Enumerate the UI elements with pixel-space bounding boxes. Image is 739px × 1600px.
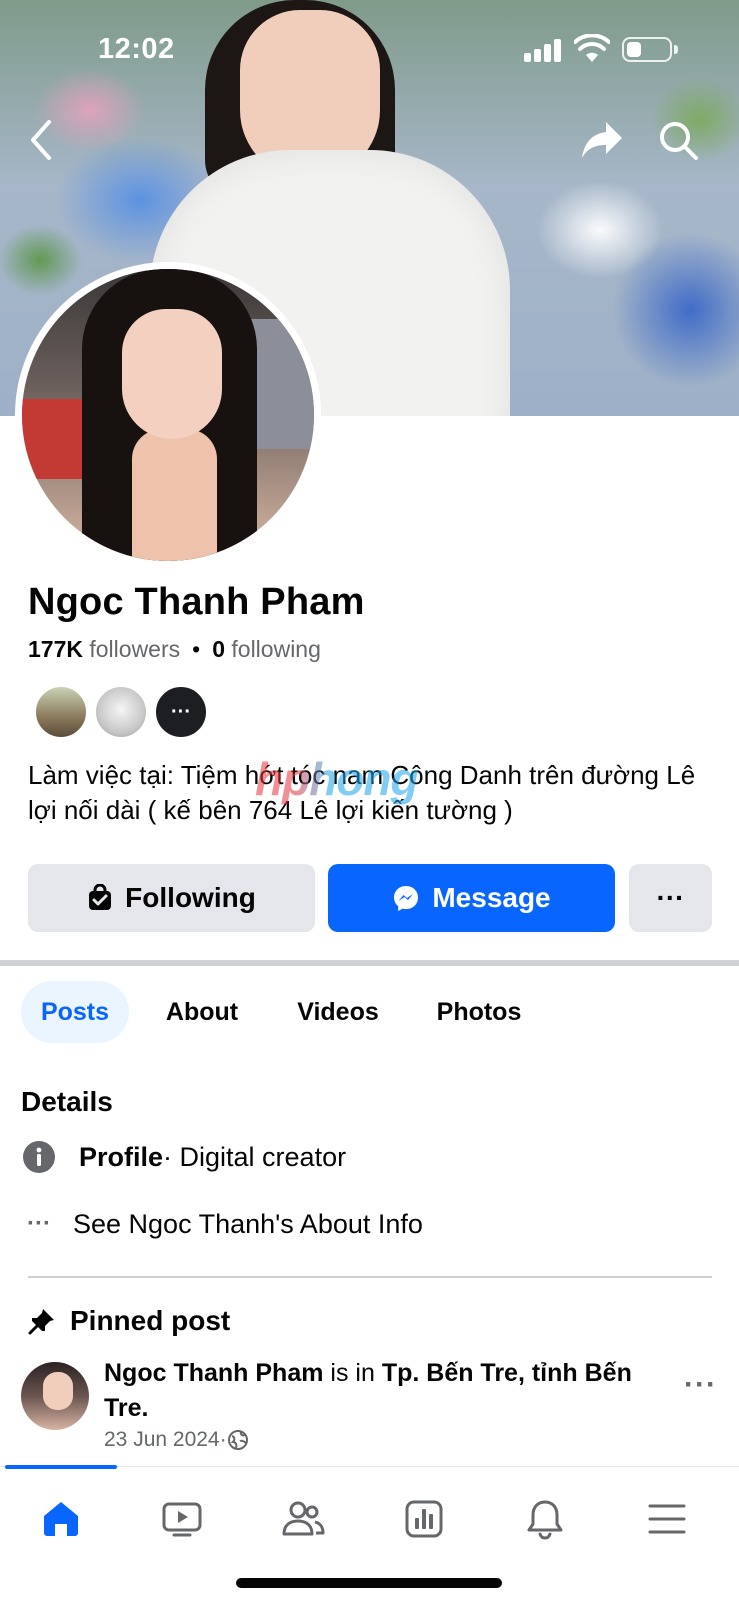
more-options-button[interactable]: ··· [629, 864, 712, 932]
profile-name: Ngoc Thanh Pham [28, 581, 365, 623]
mutual-avatar-1[interactable] [34, 685, 88, 739]
active-tab-indicator [5, 1465, 117, 1469]
pin-icon [28, 1307, 56, 1335]
detail-profile-label: Profile [79, 1141, 164, 1172]
followers-count[interactable]: 177K [28, 636, 83, 662]
cellular-signal-icon [524, 38, 564, 62]
messenger-icon [392, 884, 420, 912]
following-count[interactable]: 0 [212, 636, 225, 662]
post-header-text: Ngoc Thanh Pham is in Tp. Bến Tre, tỉnh … [104, 1356, 664, 1426]
mutual-more-button[interactable]: ··· [154, 685, 208, 739]
message-label: Message [432, 882, 551, 913]
friends-icon [282, 1501, 325, 1536]
post-author-avatar[interactable] [21, 1362, 89, 1430]
avatar [22, 269, 314, 561]
nav-notifications[interactable] [515, 1489, 575, 1549]
video-icon [162, 1502, 202, 1537]
post-avatar-face [43, 1372, 73, 1410]
bell-icon [527, 1500, 563, 1540]
avatar-face [122, 309, 222, 439]
share-icon [582, 122, 622, 158]
tab-photos[interactable]: Photos [424, 981, 534, 1043]
globe-icon [227, 1430, 248, 1450]
following-button[interactable]: Following [28, 864, 315, 932]
chevron-left-icon [31, 120, 51, 160]
battery-tip [674, 45, 678, 54]
following-label: Following [125, 882, 256, 913]
avatar-neck [132, 429, 217, 561]
more-dots-icon: ··· [27, 1210, 51, 1237]
wifi-icon [574, 34, 610, 62]
details-heading: Details [21, 1086, 113, 1117]
nav-friends[interactable] [273, 1489, 333, 1549]
share-button[interactable] [578, 116, 626, 164]
post-is-in: is in [323, 1359, 382, 1387]
message-button[interactable]: Message [328, 864, 615, 932]
search-button[interactable] [654, 116, 702, 164]
battery-level [627, 42, 641, 57]
home-icon [44, 1502, 78, 1536]
mutual-avatar-2[interactable] [94, 685, 148, 739]
followers-label[interactable]: followers [89, 636, 180, 662]
profile-bio: Làm việc tại: Tiệm hớt tóc nam Công Danh… [28, 760, 696, 825]
about-info-label: See Ngoc Thanh's About Info [73, 1208, 423, 1239]
pinned-post-title: Pinned post [70, 1305, 231, 1336]
post-more-button[interactable]: ··· [684, 1368, 717, 1402]
follow-stats: 177K followers • 0 following [28, 636, 321, 663]
profile-picture[interactable] [15, 262, 321, 568]
about-info-link[interactable]: ··· See Ngoc Thanh's About Info [21, 1206, 423, 1242]
tab-about[interactable]: About [154, 981, 250, 1043]
nav-menu[interactable] [637, 1489, 697, 1549]
info-icon [21, 1139, 57, 1175]
dashboard-icon [405, 1500, 443, 1538]
post-meta-separator: · [219, 1428, 227, 1451]
detail-profile-row: Profile · Digital creator [21, 1139, 346, 1175]
status-bar: 12:02 [0, 0, 739, 100]
search-icon [660, 122, 698, 160]
nav-dashboard[interactable] [394, 1489, 454, 1549]
details-divider [28, 1276, 712, 1278]
menu-icon [648, 1504, 686, 1534]
pinned-post-heading: Pinned post [28, 1305, 230, 1337]
nav-video[interactable] [152, 1489, 212, 1549]
post-date[interactable]: 23 Jun 2024 [104, 1428, 220, 1452]
status-time: 12:02 [98, 33, 175, 65]
stats-separator: • [192, 636, 201, 662]
section-divider [0, 960, 739, 966]
home-indicator[interactable] [236, 1578, 502, 1588]
following-check-icon [87, 884, 113, 912]
tab-posts[interactable]: Posts [21, 981, 129, 1043]
nav-home[interactable] [31, 1489, 91, 1549]
post-meta: 23 Jun 2024 · [104, 1428, 249, 1452]
post-author-name[interactable]: Ngoc Thanh Pham [104, 1359, 323, 1387]
detail-profile-value: · Digital creator [163, 1141, 347, 1172]
battery-icon [622, 37, 672, 62]
back-button[interactable] [16, 116, 64, 164]
tab-videos[interactable]: Videos [284, 981, 392, 1043]
following-label[interactable]: following [231, 636, 321, 662]
